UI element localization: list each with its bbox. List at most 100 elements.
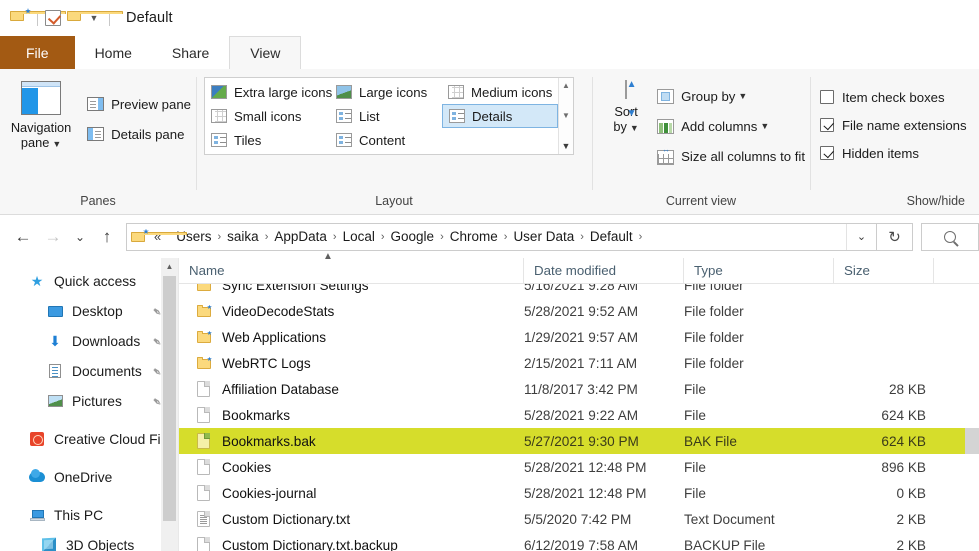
layout-item-tiles[interactable]: Tiles bbox=[205, 128, 330, 152]
preview-pane-button[interactable]: Preview pane bbox=[82, 89, 196, 119]
table-row[interactable]: WebRTC Logs 2/15/2021 7:11 AM File folde… bbox=[179, 350, 979, 376]
search-input[interactable] bbox=[921, 222, 979, 251]
layout-gallery-scrollbar[interactable]: ▲ ▼ ▼ bbox=[558, 78, 573, 154]
group-by-button[interactable]: Group by ▼ bbox=[652, 81, 810, 111]
checkbox-icon[interactable] bbox=[820, 90, 834, 104]
layout-item-small-icons[interactable]: Small icons bbox=[205, 104, 330, 128]
sidebar-item-onedrive[interactable]: OneDrive bbox=[0, 462, 178, 492]
table-row[interactable]: Web Applications 1/29/2021 9:57 AM File … bbox=[179, 324, 979, 350]
table-row[interactable]: Custom Dictionary.txt 5/5/2020 7:42 PM T… bbox=[179, 506, 979, 532]
address-dropdown-icon[interactable]: ⌄ bbox=[846, 223, 876, 250]
pictures-icon bbox=[46, 395, 64, 407]
checkbox-checked-icon[interactable] bbox=[820, 118, 834, 132]
sidebar-item-desktop[interactable]: Desktop ✒ bbox=[0, 296, 178, 326]
sidebar-item-creative-cloud-files[interactable]: Creative Cloud File bbox=[0, 424, 178, 454]
back-button[interactable]: ← bbox=[8, 222, 38, 252]
add-columns-icon bbox=[657, 118, 675, 134]
breadcrumb-item-default[interactable]: Default bbox=[585, 229, 638, 244]
file-name-extensions-toggle[interactable]: File name extensions bbox=[810, 111, 967, 139]
table-row[interactable]: Affiliation Database 11/8/2017 3:42 PM F… bbox=[179, 376, 979, 402]
chevron-down-icon: ▼ bbox=[629, 123, 639, 133]
new-folder-icon[interactable] bbox=[67, 8, 123, 28]
group-by-label: Group by bbox=[681, 88, 736, 104]
tab-home[interactable]: Home bbox=[75, 36, 152, 69]
recent-locations-button[interactable]: ⌄ bbox=[68, 222, 92, 252]
layout-item-medium-icons[interactable]: Medium icons bbox=[442, 80, 558, 104]
file-type: File folder bbox=[684, 329, 744, 345]
column-header-date-modified[interactable]: Date modified bbox=[524, 257, 684, 284]
sidebar-item-3d-objects[interactable]: 3D Objects bbox=[0, 530, 178, 551]
sort-by-button[interactable]: ▲ ▼ Sort by ▼ bbox=[592, 75, 652, 136]
file-icon bbox=[197, 459, 215, 475]
table-row[interactable]: VideoDecodeStats 5/28/2021 9:52 AM File … bbox=[179, 298, 979, 324]
file-name: Sync Extension Settings bbox=[222, 284, 369, 293]
scrollbar-thumb[interactable] bbox=[163, 276, 176, 521]
size-all-columns-button[interactable]: ↔ Size all columns to fit bbox=[652, 141, 810, 171]
text-file-icon bbox=[197, 511, 215, 527]
file-rows[interactable]: Sync Extension Settings 5/16/2021 9:28 A… bbox=[179, 284, 979, 551]
sidebar-item-documents[interactable]: Documents ✒ bbox=[0, 356, 178, 386]
item-check-boxes-toggle[interactable]: Item check boxes bbox=[810, 83, 945, 111]
ribbon-view-tab: Navigation pane ▼ Preview pane Details pa… bbox=[0, 69, 979, 215]
column-header-name[interactable]: Name ▲ bbox=[179, 251, 524, 284]
folder-new-icon[interactable] bbox=[10, 8, 66, 28]
table-row[interactable]: Cookies-journal 5/28/2021 12:48 PM File … bbox=[179, 480, 979, 506]
checkbox-checked-icon[interactable] bbox=[820, 146, 834, 160]
table-row[interactable]: Cookies 5/28/2021 12:48 PM File 896 KB bbox=[179, 454, 979, 480]
refresh-button[interactable]: ↻ bbox=[877, 222, 913, 251]
chevron-down-icon: ▼ bbox=[52, 139, 62, 149]
sort-ascending-icon: ▲ bbox=[323, 250, 333, 262]
layout-item-content[interactable]: Content bbox=[330, 128, 442, 152]
gallery-expand-icon[interactable]: ▼ bbox=[562, 141, 571, 151]
address-folder-icon bbox=[131, 228, 187, 245]
gallery-scroll-up-icon[interactable]: ▲ bbox=[562, 81, 570, 91]
ribbon-group-current-view-title: Current view bbox=[665, 194, 737, 208]
navigation-pane-button[interactable]: Navigation pane ▼ bbox=[0, 75, 82, 152]
breadcrumb-item-saika[interactable]: saika bbox=[222, 229, 264, 244]
table-row[interactable]: Bookmarks 5/28/2021 9:22 AM File 624 KB bbox=[179, 402, 979, 428]
forward-button[interactable]: → bbox=[38, 222, 68, 252]
add-columns-label: Add columns bbox=[681, 118, 758, 134]
column-header-type[interactable]: Type bbox=[684, 257, 834, 284]
up-button[interactable]: ↑ bbox=[92, 222, 122, 252]
details-pane-button[interactable]: Details pane bbox=[82, 119, 196, 149]
layout-item-list[interactable]: List bbox=[330, 104, 442, 128]
sidebar-item-downloads[interactable]: ⬇ Downloads ✒ bbox=[0, 326, 178, 356]
breadcrumb-item-google[interactable]: Google bbox=[386, 229, 440, 244]
hidden-items-toggle[interactable]: Hidden items bbox=[810, 139, 919, 167]
sidebar-item-this-pc[interactable]: This PC bbox=[0, 500, 178, 530]
gallery-scroll-down-icon[interactable]: ▼ bbox=[562, 111, 570, 121]
ribbon-group-panes-title: Panes bbox=[80, 194, 116, 208]
sidebar-item-label: Quick access bbox=[54, 273, 137, 289]
file-date: 5/28/2021 9:22 AM bbox=[524, 407, 639, 423]
tab-view[interactable]: View bbox=[229, 36, 302, 69]
table-row-selected[interactable]: Bookmarks.bak 5/27/2021 9:30 PM BAK File… bbox=[179, 428, 979, 454]
tab-share[interactable]: Share bbox=[152, 36, 229, 69]
address-path-box[interactable]: « Users › saika › AppData › Local › Goog… bbox=[126, 222, 877, 251]
breadcrumb-item-appdata[interactable]: AppData bbox=[269, 229, 332, 244]
layout-item-large-icons[interactable]: Large icons bbox=[330, 80, 442, 104]
breadcrumb-item-local[interactable]: Local bbox=[338, 229, 380, 244]
add-columns-button[interactable]: Add columns ▼ bbox=[652, 111, 810, 141]
breadcrumb-separator-icon[interactable]: › bbox=[638, 231, 644, 243]
sidebar-item-pictures[interactable]: Pictures ✒ bbox=[0, 386, 178, 416]
navigation-pane-label-1: Navigation bbox=[10, 120, 72, 135]
hidden-items-label: Hidden items bbox=[842, 145, 919, 161]
layout-item-details[interactable]: Details bbox=[442, 104, 558, 128]
table-row[interactable]: Sync Extension Settings 5/16/2021 9:28 A… bbox=[179, 284, 979, 298]
file-size: 624 KB bbox=[881, 407, 926, 423]
breadcrumb-item-chrome[interactable]: Chrome bbox=[445, 229, 503, 244]
sidebar-item-quick-access[interactable]: ★ Quick access bbox=[0, 266, 178, 296]
table-row[interactable]: Custom Dictionary.txt.backup 6/12/2019 7… bbox=[179, 532, 979, 551]
breadcrumb-item-user-data[interactable]: User Data bbox=[508, 229, 579, 244]
column-header-size[interactable]: Size bbox=[834, 257, 934, 284]
scroll-up-icon[interactable]: ▲ bbox=[161, 258, 178, 275]
sidebar-scrollbar[interactable]: ▲ bbox=[161, 258, 178, 551]
selection-edge bbox=[965, 428, 979, 454]
tab-file[interactable]: File bbox=[0, 36, 75, 69]
file-size: 2 KB bbox=[896, 511, 926, 527]
properties-checkbox-icon[interactable] bbox=[45, 10, 61, 26]
layout-item-extra-large-icons[interactable]: Extra large icons bbox=[205, 80, 332, 104]
layout-gallery[interactable]: Extra large icons Small icons Tiles Larg… bbox=[204, 77, 574, 155]
file-date: 1/29/2021 9:57 AM bbox=[524, 329, 639, 345]
